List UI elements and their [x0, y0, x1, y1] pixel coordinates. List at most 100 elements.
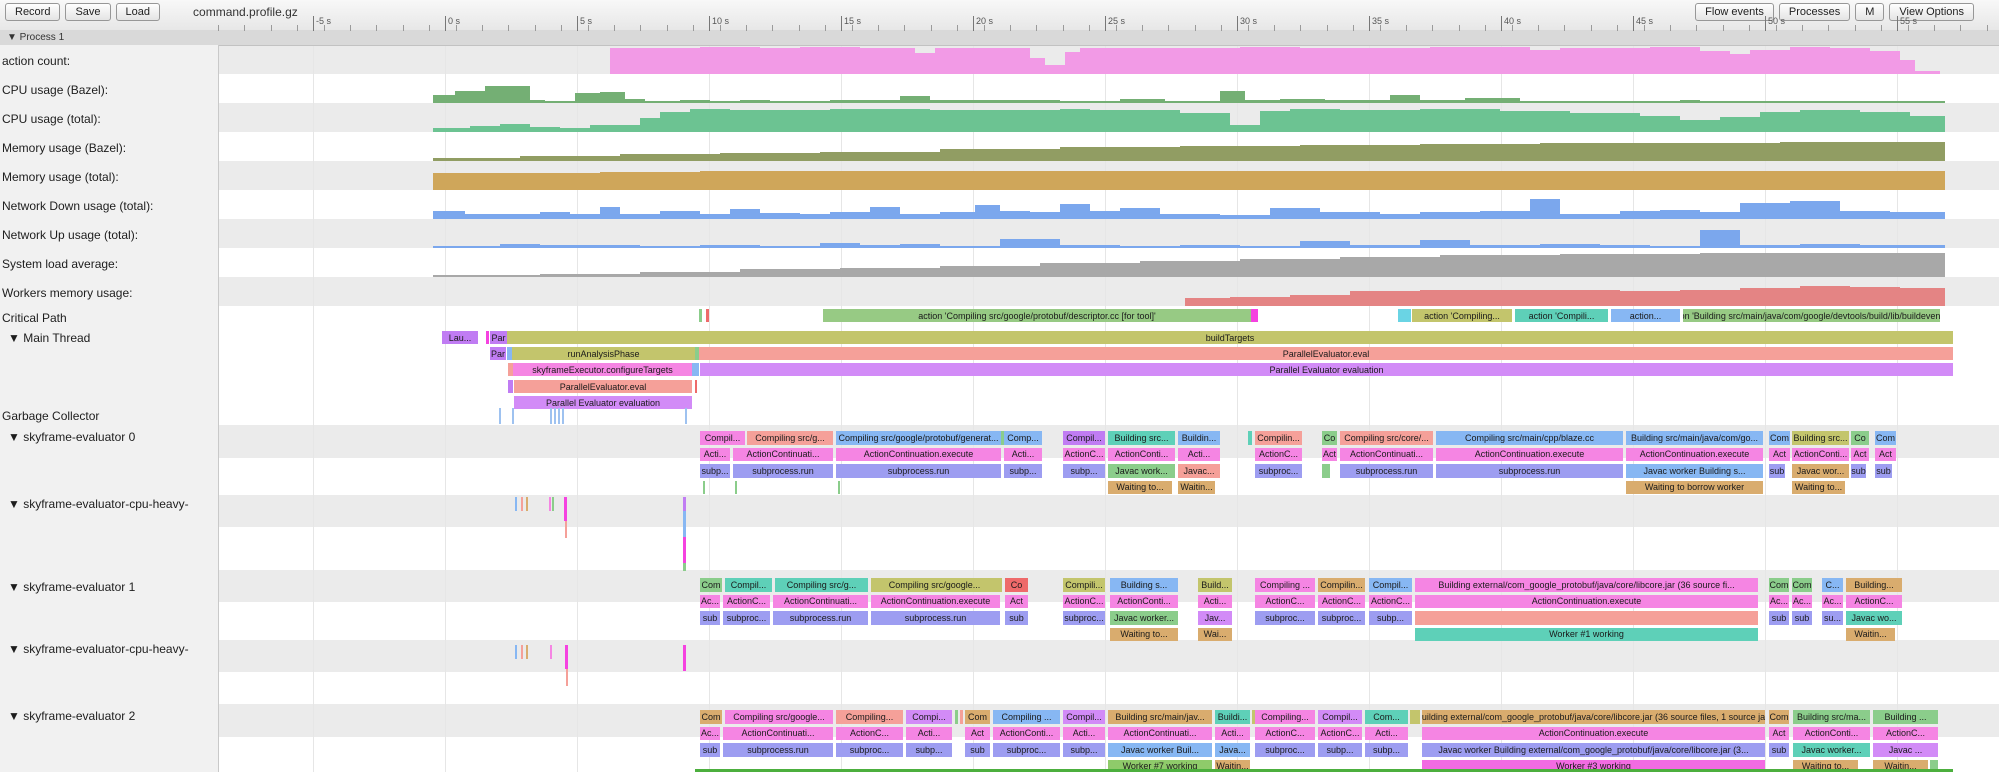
gc-event-tick[interactable] — [512, 408, 514, 424]
trace-event-block[interactable]: Com — [1875, 431, 1896, 445]
trace-event-block[interactable]: ActionContinuati... — [733, 448, 833, 462]
trace-event-sliver[interactable] — [549, 497, 551, 511]
trace-event-block[interactable]: action 'Compili... — [1515, 309, 1608, 322]
trace-event-block[interactable]: Building s... — [1110, 578, 1178, 592]
trace-event-block[interactable]: Compil... — [700, 431, 745, 445]
trace-event-block[interactable]: ActionC... — [1369, 595, 1412, 609]
trace-event-block[interactable]: ActionC... — [1255, 595, 1315, 609]
trace-event-sliver[interactable] — [515, 497, 517, 511]
trace-event-sliver[interactable] — [565, 521, 567, 538]
gc-event-tick[interactable] — [562, 408, 564, 424]
trace-event-block[interactable]: Building ... — [1873, 710, 1938, 724]
trace-event-block[interactable]: Javac wor... — [1792, 464, 1849, 478]
trace-event-block[interactable]: Act — [1851, 448, 1869, 462]
trace-event-block[interactable]: sub — [700, 611, 720, 625]
trace-event-block[interactable]: Com — [700, 578, 722, 592]
trace-event-block[interactable]: Act — [1322, 448, 1337, 462]
trace-event-block[interactable]: Building src/main/jav... — [1108, 710, 1212, 724]
trace-event-block[interactable]: Parallel Evaluator evaluation — [514, 396, 692, 409]
trace-event-block[interactable]: ActionC... — [1846, 595, 1902, 609]
trace-event-block[interactable]: sub — [700, 743, 720, 757]
trace-event-block[interactable] — [838, 481, 840, 495]
trace-event-block[interactable]: Compiling... — [1255, 710, 1315, 724]
trace-event-block[interactable]: Co — [1005, 578, 1028, 592]
trace-event-block[interactable]: Co — [1851, 431, 1869, 445]
counter-track-3[interactable] — [218, 103, 1999, 132]
trace-event-block[interactable]: Compil... — [1063, 710, 1105, 724]
trace-event-block[interactable]: Building external/com_google_protobuf/ja… — [1415, 578, 1758, 592]
trace-event-block[interactable] — [703, 481, 705, 495]
trace-event-block[interactable]: Compiling src/g... — [747, 431, 833, 445]
trace-event-block[interactable] — [998, 578, 1002, 592]
trace-event-block[interactable] — [1251, 309, 1258, 322]
trace-event-sliver[interactable] — [565, 645, 568, 669]
trace-event-block[interactable]: subprocess.run — [723, 743, 833, 757]
trace-event-block[interactable]: Waiting to... — [1110, 628, 1178, 642]
thread-header-main-thread[interactable]: ▼ Main Thread — [8, 331, 90, 345]
trace-event-block[interactable]: sub — [1851, 464, 1866, 478]
counter-track-8[interactable] — [218, 248, 1999, 277]
trace-event-sliver[interactable] — [683, 563, 686, 571]
trace-event-block[interactable]: Building external/com_google_protobuf/ja… — [1422, 710, 1765, 724]
counter-track-7[interactable] — [218, 219, 1999, 248]
thread-header-skyframe-evaluator-0[interactable]: ▼ skyframe-evaluator 0 — [8, 430, 135, 444]
trace-event-block[interactable]: Compiling ... — [993, 710, 1060, 724]
trace-event-block[interactable]: action 'Building src/main/java/com/googl… — [1683, 309, 1940, 322]
trace-event-block[interactable]: ActionConti... — [1108, 448, 1175, 462]
trace-event-block[interactable]: Com — [1769, 431, 1790, 445]
trace-event-block[interactable]: Compiling src/g... — [775, 578, 868, 592]
trace-event-block[interactable]: Java... — [1215, 743, 1250, 757]
trace-event-block[interactable]: Compilin... — [1318, 578, 1365, 592]
trace-event-block[interactable]: ActionContinuation.execute — [1436, 448, 1623, 462]
trace-event-block[interactable]: Ac... — [1769, 595, 1789, 609]
trace-event-block[interactable]: Com — [965, 710, 990, 724]
trace-event-block[interactable]: Com — [700, 710, 722, 724]
trace-event-sliver[interactable] — [550, 645, 552, 659]
trace-event-block[interactable]: ActionC... — [1255, 727, 1315, 741]
trace-event-block[interactable]: ActionConti... — [993, 727, 1060, 741]
trace-event-sliver[interactable] — [515, 645, 517, 659]
counter-track-6[interactable] — [218, 190, 1999, 219]
trace-event-block[interactable]: subprocess.run — [773, 611, 868, 625]
trace-event-sliver[interactable] — [521, 497, 523, 511]
trace-event-sliver[interactable] — [683, 511, 686, 537]
trace-event-block[interactable]: subp... — [1318, 743, 1362, 757]
trace-event-block[interactable]: subprocess.run — [871, 611, 1000, 625]
trace-event-block[interactable]: ActionC... — [1318, 595, 1365, 609]
thread-header-skyframe-evaluator-2[interactable]: ▼ skyframe-evaluator 2 — [8, 709, 135, 723]
trace-event-block[interactable]: ParallelEvaluator.eval — [699, 347, 1953, 360]
gc-event-tick[interactable] — [550, 408, 552, 424]
trace-event-block[interactable]: Acti... — [1178, 448, 1220, 462]
trace-event-block[interactable]: subprocess.run — [733, 464, 833, 478]
trace-event-block[interactable] — [508, 380, 513, 393]
trace-event-block[interactable]: Acti... — [906, 727, 952, 741]
trace-event-block[interactable]: action 'Compiling... — [1412, 309, 1512, 322]
trace-event-block[interactable]: Building src/ma... — [1793, 710, 1870, 724]
trace-event-block[interactable]: Compilin... — [1255, 431, 1302, 445]
trace-event-block[interactable]: Acti... — [1365, 727, 1408, 741]
thread-header-skyframe-evaluator-cpu-heavy[interactable]: ▼ skyframe-evaluator-cpu-heavy- — [8, 642, 189, 656]
trace-event-block[interactable]: ActionContinuation.execute — [1626, 448, 1763, 462]
trace-event-block[interactable]: Javac worker Building external/com_googl… — [1422, 743, 1765, 757]
trace-event-block[interactable]: Comp... — [1004, 431, 1042, 445]
trace-event-block[interactable]: ActionContinuation.execute — [1422, 727, 1765, 741]
trace-event-sliver[interactable] — [683, 645, 686, 671]
trace-event-block[interactable]: subp... — [1063, 743, 1105, 757]
trace-event-block[interactable]: skyframeExecutor.configureTargets — [513, 363, 692, 376]
trace-event-block[interactable] — [1322, 464, 1330, 478]
trace-event-block[interactable] — [1410, 710, 1420, 724]
trace-event-block[interactable]: Par — [490, 331, 507, 344]
trace-event-block[interactable]: subp... — [1063, 464, 1105, 478]
process-header[interactable]: ▼ Process 1 — [0, 30, 1999, 46]
trace-event-block[interactable]: Waitin... — [1178, 481, 1215, 495]
counter-track-1[interactable] — [218, 45, 1999, 74]
trace-event-block[interactable] — [695, 380, 697, 393]
trace-event-block[interactable]: Wai... — [1198, 628, 1232, 642]
trace-event-block[interactable]: Ac... — [700, 727, 720, 741]
trace-event-block[interactable]: ActionContinuati... — [723, 727, 833, 741]
trace-event-block[interactable]: ActionC... — [723, 595, 770, 609]
trace-event-block[interactable]: subp... — [700, 464, 730, 478]
trace-event-block[interactable]: Compil... — [725, 578, 772, 592]
trace-event-block[interactable]: subp... — [1365, 743, 1408, 757]
trace-event-block[interactable]: runAnalysisPhase — [512, 347, 695, 360]
